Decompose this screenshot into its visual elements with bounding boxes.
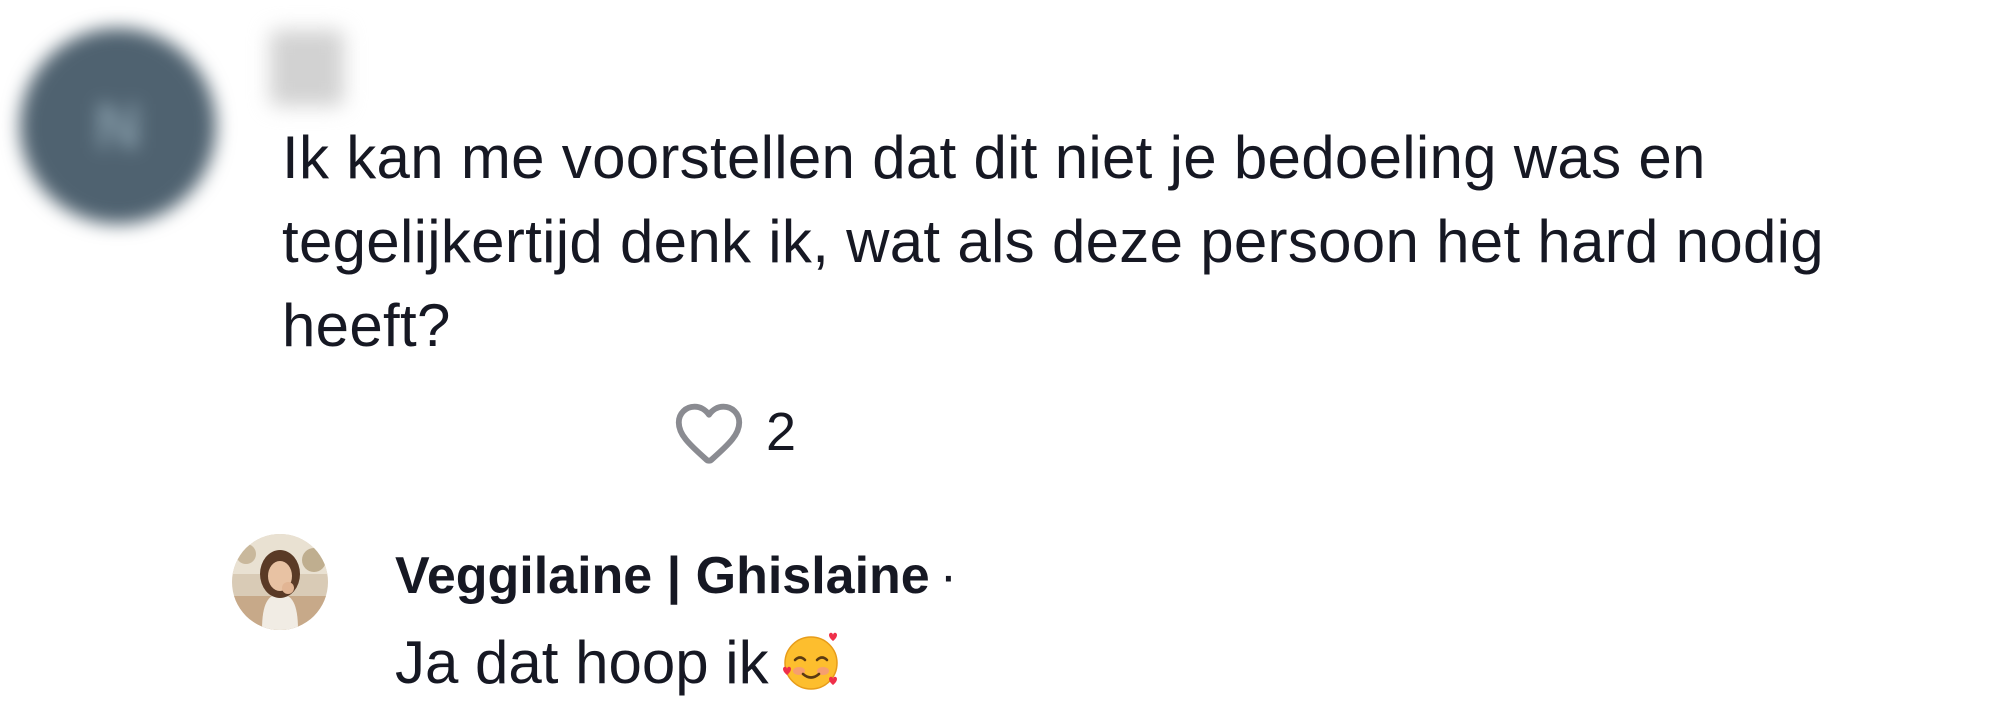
avatar-initial: N bbox=[94, 90, 142, 162]
reply-avatar[interactable] bbox=[232, 534, 328, 630]
reply-body-text: Ja dat hoop ik bbox=[395, 629, 769, 696]
commenter-avatar[interactable]: N bbox=[20, 28, 216, 224]
reply-body: Ja dat hoop ik bbox=[395, 628, 843, 697]
comment-body: Ik kan me voorstellen dat dit niet je be… bbox=[282, 124, 1824, 359]
profile-photo-icon bbox=[232, 534, 328, 630]
reply-author-name[interactable]: Veggilaine | Ghislaine bbox=[395, 547, 930, 605]
separator-dot: · bbox=[939, 547, 958, 605]
reply-author[interactable]: Veggilaine | Ghislaine · bbox=[395, 546, 957, 606]
smiling-face-with-hearts-icon bbox=[782, 632, 838, 690]
commenter-username-redacted[interactable] bbox=[270, 30, 344, 106]
like-count: 2 bbox=[766, 402, 797, 462]
heart-icon[interactable] bbox=[672, 397, 746, 467]
like-control[interactable]: 2 bbox=[672, 392, 796, 472]
